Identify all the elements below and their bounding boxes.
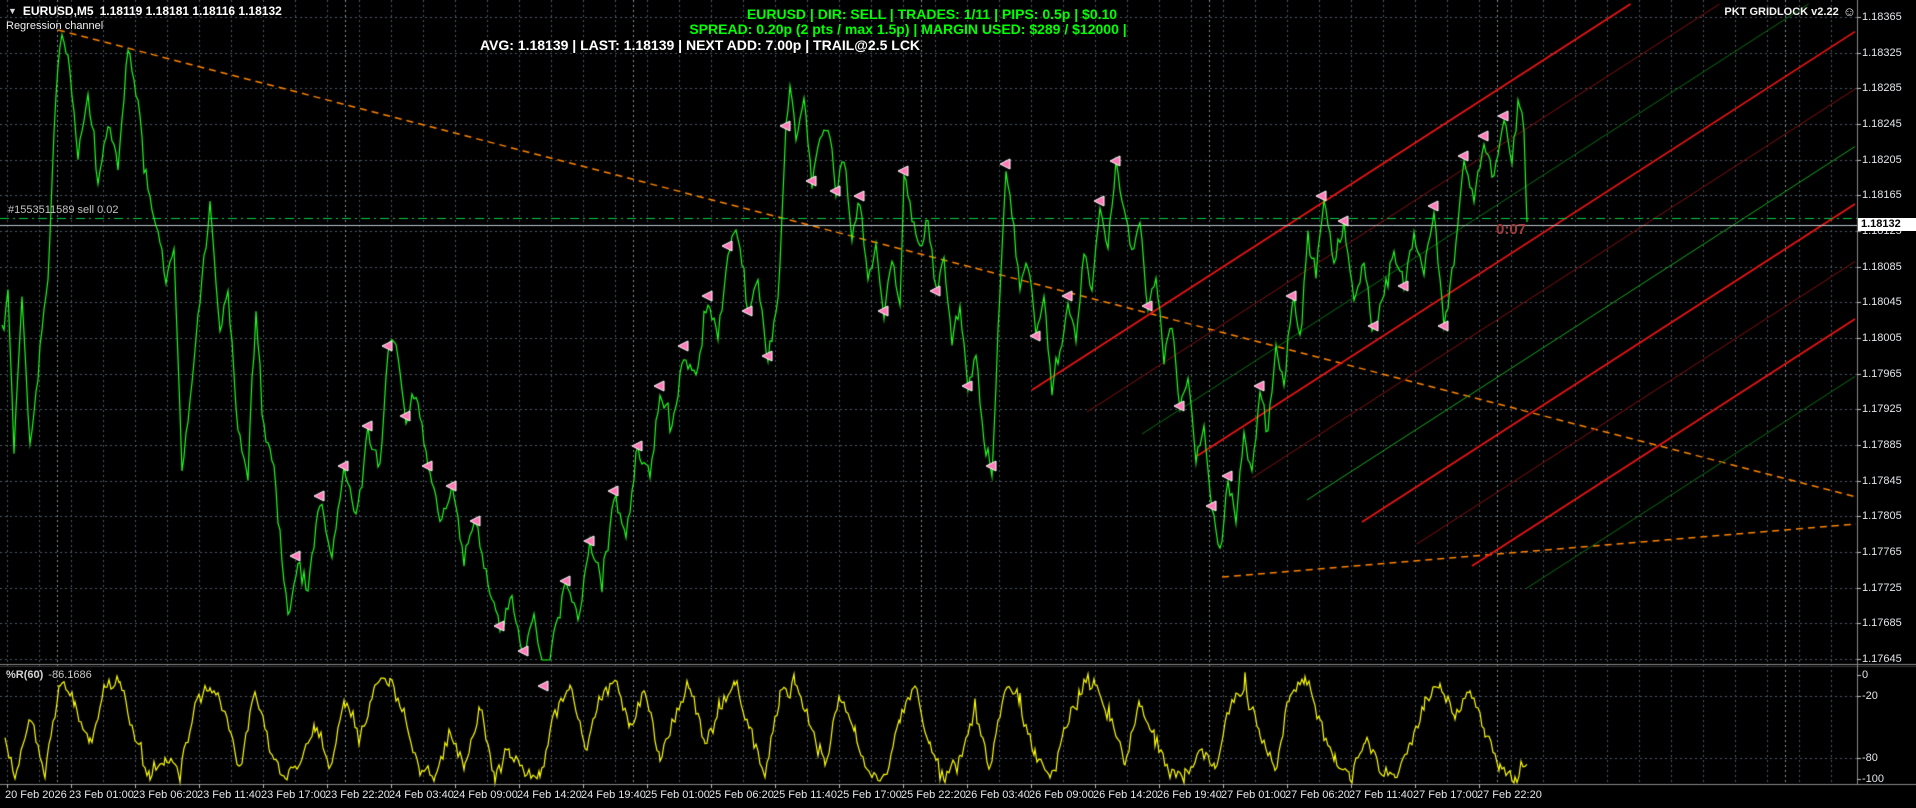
wpr-axis-label: 0 bbox=[1862, 669, 1869, 681]
dropdown-icon[interactable]: ▼ bbox=[8, 6, 17, 16]
symbol-timeframe: EURUSD,M5 bbox=[22, 4, 94, 18]
time-axis-label: 24 Feb 19:40 bbox=[581, 789, 646, 801]
price-axis-label: 1.18045 bbox=[1862, 296, 1902, 309]
ea-brand-text: PKT GRIDLOCK v2.22 bbox=[1724, 5, 1839, 18]
wpr-name: %R(60) bbox=[6, 669, 44, 681]
candle-countdown: 0:07 bbox=[1496, 221, 1527, 238]
smiley-icon: ☺ bbox=[1842, 4, 1856, 19]
trade-line-label[interactable]: #1553511589 sell 0.02 bbox=[8, 204, 119, 216]
indicator-name-label: Regression channel bbox=[6, 20, 104, 32]
time-axis-label: 24 Feb 14:20 bbox=[517, 789, 582, 801]
time-axis-label: 26 Feb 19:40 bbox=[1157, 789, 1222, 801]
time-axis-label: 26 Feb 14:20 bbox=[1093, 789, 1158, 801]
time-axis-label: 26 Feb 03:40 bbox=[965, 789, 1030, 801]
time-axis-label: 23 Feb 22:20 bbox=[325, 789, 390, 801]
price-axis-label: 1.18245 bbox=[1862, 118, 1902, 130]
time-axis-label: 26 Feb 09:00 bbox=[1029, 789, 1094, 801]
price-axis-label: 1.18365 bbox=[1862, 11, 1902, 23]
time-axis-label: 24 Feb 09:00 bbox=[453, 789, 518, 801]
status-line-direction: EURUSD | DIR: SELL | TRADES: 1/11 | PIPS… bbox=[746, 6, 1118, 22]
price-axis-label: 1.17725 bbox=[1862, 581, 1902, 594]
price-axis-label: 1.17845 bbox=[1862, 474, 1902, 487]
time-axis-label: 27 Feb 17:00 bbox=[1413, 789, 1478, 801]
time-axis-label: 23 Feb 17:00 bbox=[261, 789, 326, 801]
price-axis-label: 1.17965 bbox=[1862, 367, 1902, 380]
wpr-axis-label: -100 bbox=[1862, 773, 1885, 785]
time-axis-label: 25 Feb 22:20 bbox=[901, 789, 966, 801]
time-axis-label: 25 Feb 01:00 bbox=[645, 789, 710, 801]
time-axis-label: 25 Feb 17:00 bbox=[837, 789, 902, 801]
price-axis-label: 1.18165 bbox=[1862, 189, 1902, 202]
price-axis-label: 1.18205 bbox=[1862, 153, 1902, 166]
price-axis-label: 1.17925 bbox=[1862, 403, 1902, 416]
status-line-avg: AVG: 1.18139 | LAST: 1.18139 | NEXT ADD:… bbox=[479, 37, 921, 53]
chart-window: ▼ EURUSD,M5 1.18119 1.18181 1.18116 1.18… bbox=[0, 0, 1916, 808]
chart-canvas[interactable] bbox=[0, 0, 1916, 808]
time-axis-label: 27 Feb 11:40 bbox=[1349, 789, 1414, 801]
price-axis-label: 1.18005 bbox=[1862, 332, 1902, 345]
time-axis-label: 27 Feb 01:00 bbox=[1221, 789, 1286, 801]
price-axis-label: 1.18285 bbox=[1862, 82, 1902, 95]
price-axis-label: 1.17685 bbox=[1862, 617, 1902, 630]
wpr-axis-label: -20 bbox=[1862, 689, 1878, 702]
status-line-spread: SPREAD: 0.20p (2 pts / max 1.5p) | MARGI… bbox=[689, 21, 1127, 37]
wpr-axis-label: -80 bbox=[1862, 752, 1878, 765]
ohlc-values: 1.18119 1.18181 1.18116 1.18132 bbox=[99, 4, 282, 18]
time-axis-label: 20 Feb 2026 bbox=[5, 789, 67, 801]
price-axis-label: 1.17885 bbox=[1862, 439, 1902, 452]
price-axis-label: 1.18085 bbox=[1862, 260, 1902, 273]
time-axis-label: 27 Feb 22:20 bbox=[1477, 789, 1542, 801]
time-axis-label: 23 Feb 06:20 bbox=[133, 789, 198, 801]
time-axis-label: 23 Feb 11:40 bbox=[197, 789, 262, 801]
current-price-tag: 1.18132 bbox=[1858, 218, 1916, 231]
time-axis-label: 23 Feb 01:00 bbox=[69, 789, 134, 801]
wpr-value: -86.1686 bbox=[48, 669, 92, 681]
time-axis-label: 25 Feb 11:40 bbox=[773, 789, 838, 801]
ea-brand-label: PKT GRIDLOCK v2.22 ☺ bbox=[1724, 4, 1856, 19]
time-axis-label: 24 Feb 03:40 bbox=[389, 789, 454, 801]
price-axis-label: 1.17645 bbox=[1862, 653, 1902, 666]
price-axis-label: 1.18325 bbox=[1862, 46, 1902, 59]
wpr-indicator-label: %R(60) -86.1686 bbox=[6, 669, 92, 681]
price-axis-label: 1.17765 bbox=[1862, 546, 1902, 559]
symbol-header[interactable]: ▼ EURUSD,M5 1.18119 1.18181 1.18116 1.18… bbox=[8, 4, 282, 18]
time-axis-label: 27 Feb 06:20 bbox=[1285, 789, 1350, 801]
price-axis-label: 1.17805 bbox=[1862, 510, 1902, 523]
time-axis-label: 25 Feb 06:20 bbox=[709, 789, 774, 801]
